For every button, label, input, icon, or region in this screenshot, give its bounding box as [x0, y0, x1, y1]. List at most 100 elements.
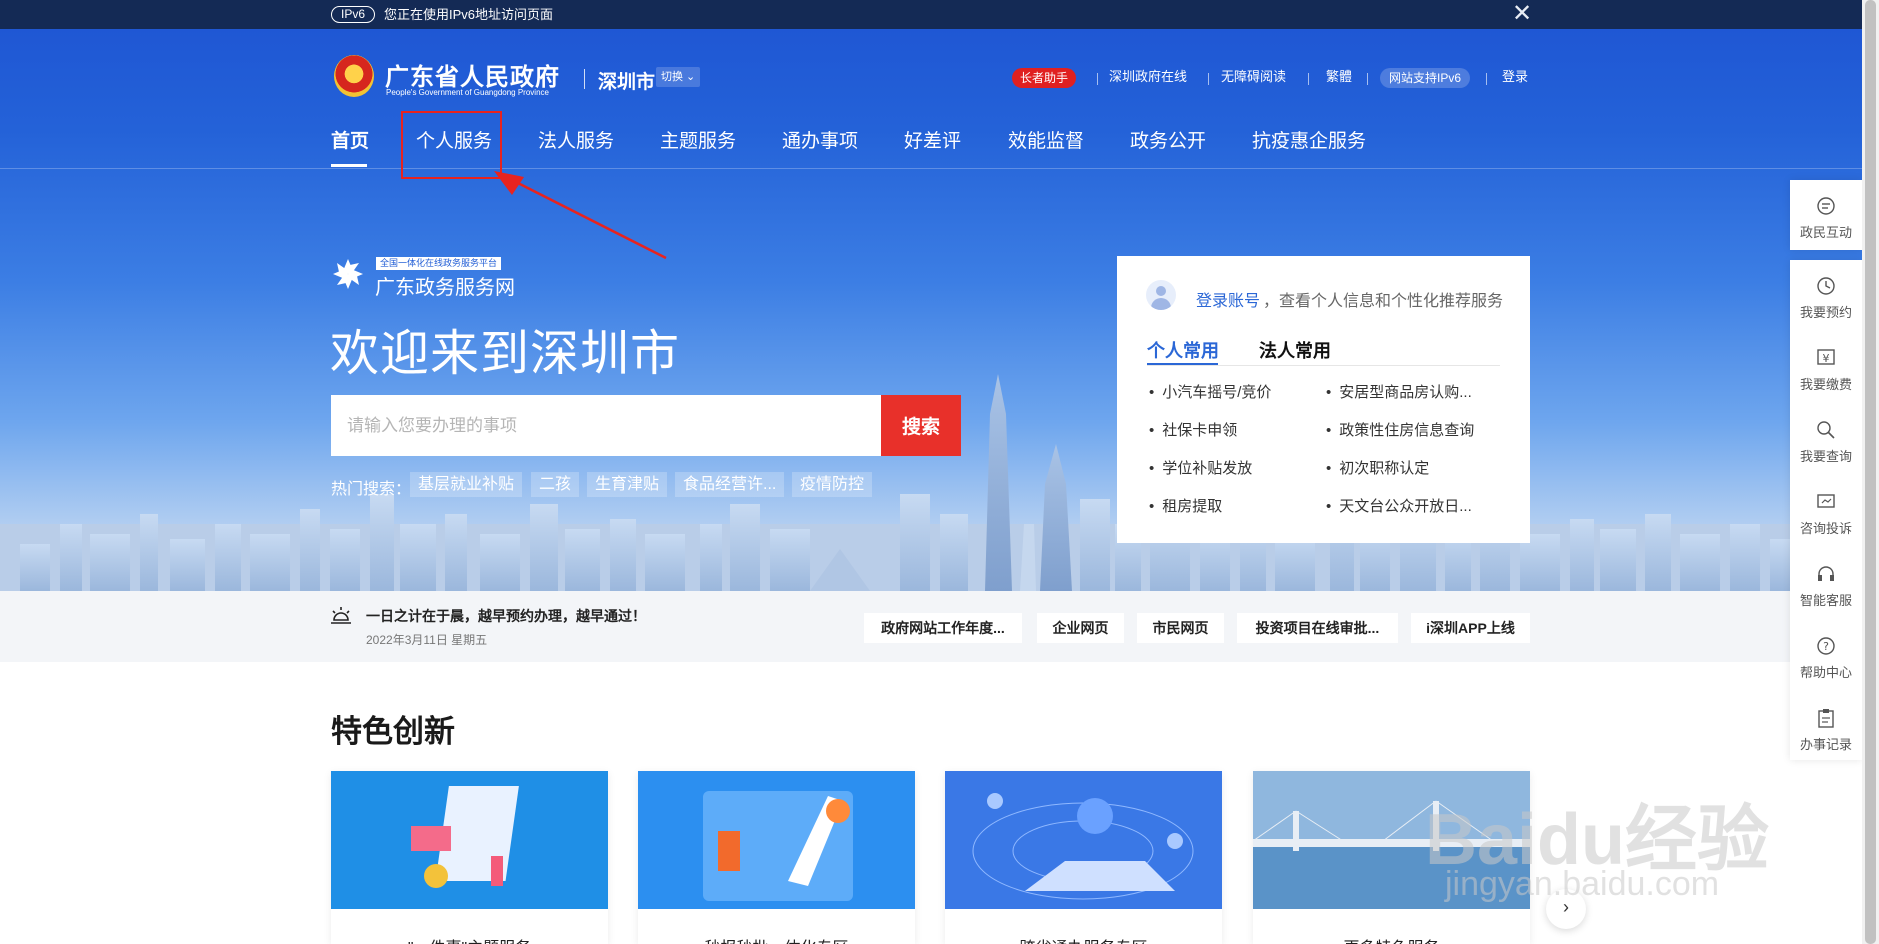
float-item-query[interactable]: 我要查询 — [1790, 404, 1862, 474]
link-traditional-chinese[interactable]: 繁體 — [1326, 67, 1352, 87]
float-item-citizen-interaction[interactable]: 政民互动 — [1790, 180, 1862, 250]
strip-link[interactable]: i深圳APP上线 — [1411, 613, 1530, 643]
clock-icon — [1817, 277, 1835, 295]
nav-government-affairs[interactable]: 政务公开 — [1130, 126, 1206, 153]
float-toolbar-main: 我要预约 ¥ 我要缴费 我要查询 咨询投诉 智能客服 ? 帮助中心 办事记录 — [1790, 260, 1862, 760]
featured-image — [1253, 771, 1530, 909]
login-recommend-card: 登录账号 ，查看个人信息和个性化推荐服务 个人常用 法人常用 小汽车摇号/竞价 … — [1117, 256, 1530, 543]
svg-text:¥: ¥ — [1823, 352, 1830, 365]
float-item-label: 我要预约 — [1799, 305, 1852, 320]
chevron-right-icon: › — [1563, 897, 1569, 917]
link-shenzhen-gov-online[interactable]: 深圳政府在线 — [1109, 67, 1187, 87]
hot-search-tag[interactable]: 二孩 — [531, 472, 580, 497]
logo-divider — [584, 69, 585, 89]
strip-link[interactable]: 企业网页 — [1037, 613, 1124, 643]
carousel-next-button[interactable]: › — [1546, 889, 1586, 929]
svg-text:?: ? — [1823, 640, 1829, 653]
float-item-label: 政民互动 — [1799, 225, 1852, 240]
featured-card-more-services[interactable]: 更多特色服务 — [1253, 771, 1530, 944]
search-icon — [1817, 421, 1835, 439]
help-question-icon: ? — [1817, 637, 1835, 655]
hot-search-tag[interactable]: 食品经营许... — [675, 472, 785, 497]
nav-theme-services[interactable]: 主题服务 — [660, 126, 736, 153]
link-accessible-reading[interactable]: 无障碍阅读 — [1221, 67, 1286, 87]
service-link[interactable]: 租房提取 — [1149, 495, 1222, 516]
float-item-label: 智能客服 — [1799, 593, 1852, 608]
featured-card-instant-approval[interactable]: 秒报秒批一体化专区 — [638, 771, 915, 944]
city-switch-button[interactable]: 切换 ⌄ — [656, 67, 701, 87]
float-item-label: 帮助中心 — [1799, 665, 1852, 680]
message-box-icon — [1817, 494, 1835, 508]
float-item-payment[interactable]: ¥ 我要缴费 — [1790, 332, 1862, 402]
float-item-help-center[interactable]: ? 帮助中心 — [1790, 620, 1862, 690]
hot-search-tag[interactable]: 生育津贴 — [587, 472, 668, 497]
service-link[interactable]: 安居型商品房认购... — [1326, 381, 1472, 402]
nav-home[interactable]: 首页 — [331, 126, 369, 153]
announcement-slogan: 一日之计在于晨，越早预约办理，越早通过！ — [366, 608, 646, 624]
hot-search-tag[interactable]: 基层就业补贴 — [410, 472, 523, 497]
chat-bubble-icon — [1817, 197, 1835, 215]
float-item-smart-service[interactable]: 智能客服 — [1790, 548, 1862, 618]
headset-icon — [1818, 566, 1834, 581]
platform-badge: 全国一体化在线政务服务平台 — [376, 257, 502, 270]
platform-name: 广东政务服务网 — [375, 277, 515, 299]
tab-personal-common[interactable]: 个人常用 — [1147, 337, 1219, 363]
service-link[interactable]: 社保卡申领 — [1149, 419, 1237, 440]
float-item-complaint[interactable]: 咨询投诉 — [1790, 476, 1862, 546]
featured-image — [331, 771, 608, 909]
nav-service-review[interactable]: 好差评 — [904, 126, 961, 153]
search-button[interactable]: 搜索 — [881, 395, 961, 456]
float-item-records[interactable]: 办事记录 — [1790, 692, 1862, 762]
close-icon[interactable]: ✕ — [1512, 2, 1532, 26]
tab-active-indicator — [1147, 363, 1218, 365]
link-divider — [1208, 73, 1209, 85]
current-city: 深圳市 — [598, 72, 656, 93]
link-divider — [1097, 73, 1098, 85]
service-link[interactable]: 学位补贴发放 — [1149, 457, 1252, 478]
announcement-strip: 一日之计在于晨，越早预约办理，越早通过！ 2022年3月11日 星期五 政府网站… — [0, 591, 1862, 662]
featured-card-one-thing[interactable]: "一件事"主题服务 — [331, 771, 608, 944]
search-input[interactable] — [331, 395, 881, 456]
float-item-label: 我要缴费 — [1799, 377, 1852, 392]
featured-card-cross-province[interactable]: 跨省通办服务专区 — [945, 771, 1222, 944]
guangdong-service-logo-icon — [333, 259, 363, 289]
float-item-label: 办事记录 — [1799, 737, 1852, 752]
hot-search-tag[interactable]: 疫情防控 — [792, 472, 873, 497]
link-divider — [1486, 73, 1487, 85]
float-item-appointment[interactable]: 我要预约 — [1790, 260, 1862, 330]
service-link[interactable]: 小汽车摇号/竞价 — [1149, 381, 1271, 402]
float-item-label: 我要查询 — [1799, 449, 1852, 464]
link-divider — [1308, 73, 1309, 85]
nav-pandemic-business-services[interactable]: 抗疫惠企服务 — [1252, 126, 1366, 153]
welcome-heading: 欢迎来到深圳市 — [330, 327, 681, 381]
strip-link[interactable]: 市民网页 — [1137, 613, 1224, 643]
user-avatar-icon — [1146, 280, 1176, 310]
login-description: ，查看个人信息和个性化推荐服务 — [1263, 293, 1504, 310]
national-emblem-icon — [334, 55, 374, 97]
elder-helper-button[interactable]: 长者助手 — [1012, 68, 1077, 88]
nav-general-matters[interactable]: 通办事项 — [782, 126, 858, 153]
nav-corporate-services[interactable]: 法人服务 — [538, 126, 614, 153]
service-link[interactable]: 政策性住房信息查询 — [1326, 419, 1474, 440]
login-link[interactable]: 登录 — [1502, 67, 1528, 87]
annotation-arrow-icon — [494, 171, 667, 260]
featured-caption: "一件事"主题服务 — [331, 934, 608, 944]
strip-link[interactable]: 政府网站工作年度... — [864, 613, 1022, 643]
tab-corporate-common[interactable]: 法人常用 — [1259, 337, 1331, 363]
featured-caption: 更多特色服务 — [1253, 934, 1530, 944]
nav-active-indicator — [331, 164, 367, 167]
sunrise-icon — [331, 607, 351, 624]
nav-efficiency-supervision[interactable]: 效能监督 — [1008, 126, 1084, 153]
featured-caption: 秒报秒批一体化专区 — [638, 934, 915, 944]
login-account-link[interactable]: 登录账号 — [1196, 287, 1260, 311]
service-link[interactable]: 初次职称认定 — [1326, 457, 1429, 478]
float-toolbar-top: 政民互动 — [1790, 180, 1862, 250]
site-title[interactable]: 广东省人民政府 — [385, 57, 560, 92]
float-item-label: 咨询投诉 — [1799, 521, 1852, 536]
service-link[interactable]: 天文台公众开放日... — [1326, 495, 1472, 516]
hot-search-label: 热门搜索： — [331, 481, 412, 498]
strip-link[interactable]: 投资项目在线审批... — [1237, 613, 1398, 643]
annotation-highlight-box — [401, 111, 502, 179]
page-scrollbar-thumb[interactable] — [1865, 0, 1876, 944]
current-date: 2022年3月11日 星期五 — [366, 633, 488, 647]
